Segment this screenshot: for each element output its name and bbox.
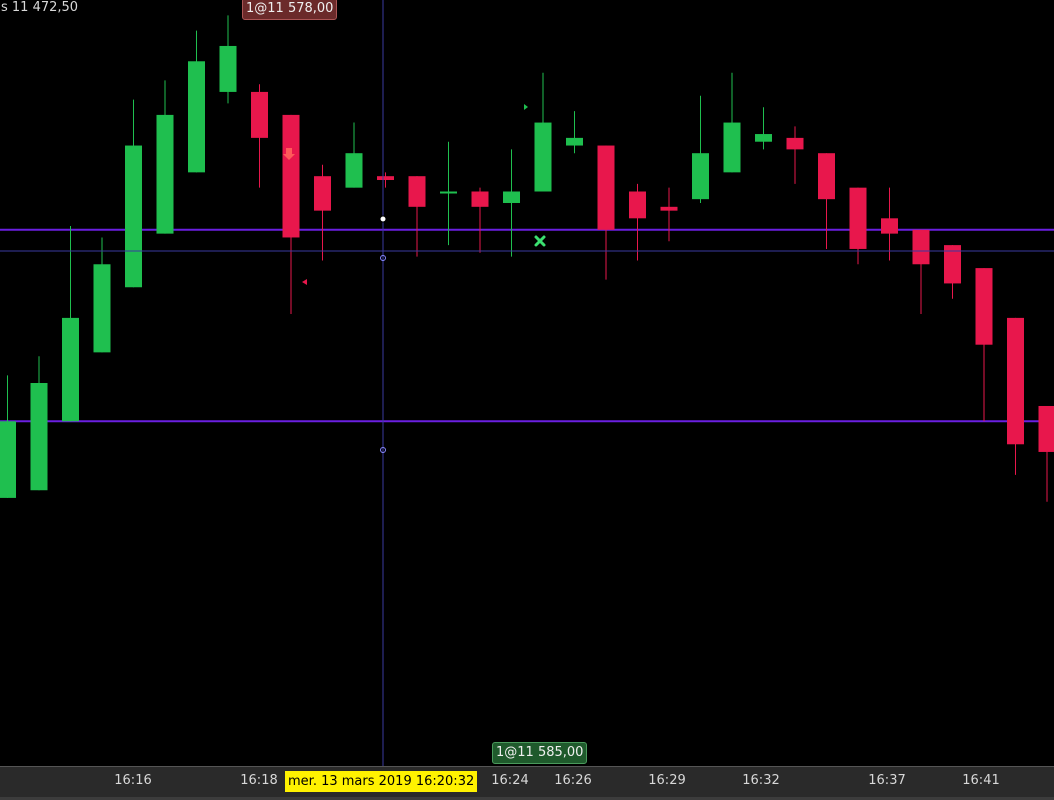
time-axis[interactable]: 16:16 16:18 16:24 16:26 16:29 16:32 16:37 16:41	[0, 766, 1054, 800]
crosshair-time-label: mer. 13 mars 2019 16:20:32	[285, 771, 478, 792]
time-tick-label: 16:18	[240, 773, 278, 788]
candle-body-9	[282, 114, 300, 238]
candle-body-25	[786, 137, 804, 150]
candle-body-29	[912, 229, 930, 265]
candle-body-22	[692, 153, 709, 200]
sell-order-label[interactable]: 1@11 578,00	[242, 0, 338, 20]
candle-body-1	[30, 383, 48, 491]
price-levels	[0, 228, 1054, 423]
candle-body-10	[314, 176, 331, 211]
candle-body-24	[755, 134, 772, 142]
candle-body-3	[93, 264, 111, 353]
candle-body-20	[629, 191, 646, 219]
time-tick-label: 16:37	[868, 773, 906, 788]
candlestick-chart[interactable]	[0, 0, 1054, 800]
exit-cross-icon	[534, 235, 546, 247]
candle-body-23	[723, 122, 741, 173]
time-tick-label: 16:26	[554, 773, 592, 788]
candle-body-8	[251, 91, 268, 138]
price-readout: s 11 472,50	[1, 0, 79, 15]
candle-body-19	[597, 145, 615, 230]
candle-body-12	[377, 176, 394, 181]
candle-body-0	[0, 421, 16, 498]
candle-body-4	[125, 145, 142, 288]
time-tick-label: 16:29	[648, 773, 686, 788]
candle-body-16	[503, 191, 520, 203]
candle-body-32	[1007, 317, 1024, 445]
candle-body-5	[156, 114, 174, 234]
candle-body-33	[1038, 405, 1054, 452]
time-tick-label: 16:32	[742, 773, 780, 788]
candle-body-6	[188, 61, 205, 173]
time-tick-label: 16:24	[491, 773, 529, 788]
candle-body-26	[818, 153, 835, 200]
candle-body-14	[440, 191, 457, 194]
candle-body-2	[62, 317, 79, 422]
small-right-triangle-icon	[524, 104, 528, 110]
buy-order-label[interactable]: 1@11 585,00	[492, 742, 588, 764]
candle-body-13	[408, 176, 426, 207]
candle-body-7	[219, 45, 237, 92]
candle-body-18	[566, 137, 583, 146]
crosshair-cursor-dot	[379, 215, 387, 223]
candle-body-31	[975, 268, 993, 345]
candle-body-21	[660, 206, 678, 211]
time-tick-label: 16:16	[114, 773, 152, 788]
time-tick-label: 16:41	[962, 773, 1000, 788]
chart-window: s 11 472,50 1@11 578,00 1@11 585,00 16:1…	[0, 0, 1054, 800]
candle-body-15	[471, 191, 489, 207]
small-left-triangle-icon	[302, 279, 307, 285]
candles	[0, 15, 1054, 502]
candle-body-11	[345, 153, 363, 188]
candle-body-17	[534, 122, 552, 192]
candle-body-27	[849, 187, 867, 249]
candle-body-28	[881, 218, 898, 234]
